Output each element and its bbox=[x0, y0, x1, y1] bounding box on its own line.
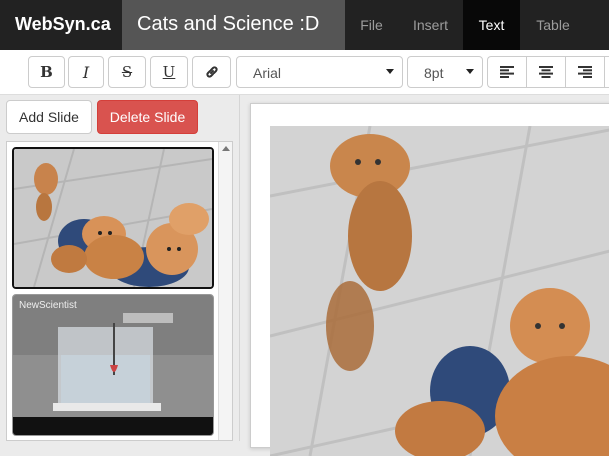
lab-thumbnail-image bbox=[13, 295, 213, 435]
slides-sidebar: Add Slide Delete Slide NewScientist bbox=[0, 95, 240, 441]
menu-file[interactable]: File bbox=[345, 0, 398, 50]
menu-text[interactable]: Text bbox=[463, 0, 520, 50]
align-center-button[interactable] bbox=[527, 57, 566, 87]
slide-editor-area bbox=[241, 95, 609, 456]
menu-insert[interactable]: Insert bbox=[398, 0, 463, 50]
bold-icon: B bbox=[40, 63, 53, 81]
font-family-select[interactable]: Arial bbox=[236, 56, 403, 88]
slide-canvas[interactable] bbox=[250, 103, 609, 456]
slide-thumbnail-list[interactable]: NewScientist bbox=[6, 141, 233, 441]
align-right-icon bbox=[578, 66, 592, 78]
document-title[interactable]: Cats and Science :D bbox=[122, 0, 345, 50]
italic-button[interactable]: I bbox=[68, 56, 104, 88]
thumbnail-scrollbar[interactable] bbox=[218, 142, 232, 440]
align-left-icon bbox=[500, 66, 514, 78]
newscientist-watermark: NewScientist bbox=[19, 300, 77, 311]
slide-image[interactable] bbox=[270, 126, 609, 456]
font-family-value: Arial bbox=[253, 65, 282, 81]
align-center-icon bbox=[539, 66, 553, 78]
slide-thumbnail-1[interactable] bbox=[12, 147, 214, 289]
top-menu-bar: WebSyn.ca Cats and Science :D File Inser… bbox=[0, 0, 609, 50]
alignment-button-group bbox=[487, 56, 609, 88]
align-right-button[interactable] bbox=[566, 57, 605, 87]
align-left-button[interactable] bbox=[488, 57, 527, 87]
chevron-down-icon bbox=[386, 69, 394, 74]
scroll-up-icon[interactable] bbox=[222, 146, 230, 151]
link-button[interactable] bbox=[192, 56, 231, 88]
link-icon bbox=[205, 66, 218, 78]
font-size-select[interactable]: 8pt bbox=[407, 56, 483, 88]
menu-table[interactable]: Table bbox=[520, 0, 586, 50]
bold-button[interactable]: B bbox=[28, 56, 65, 88]
underline-button[interactable]: U bbox=[150, 56, 188, 88]
strikethrough-icon: S bbox=[121, 63, 133, 81]
add-slide-button[interactable]: Add Slide bbox=[6, 100, 92, 134]
strikethrough-button[interactable]: S bbox=[108, 56, 146, 88]
underline-icon: U bbox=[162, 63, 176, 81]
delete-slide-button[interactable]: Delete Slide bbox=[97, 100, 198, 134]
formatting-toolbar: B I S U Arial 8pt bbox=[0, 50, 609, 95]
brand-logo[interactable]: WebSyn.ca bbox=[0, 0, 122, 50]
slide-thumbnail-2[interactable]: NewScientist bbox=[12, 294, 214, 436]
italic-icon: I bbox=[82, 62, 90, 82]
kittens-thumbnail-image bbox=[14, 149, 212, 287]
chevron-down-icon bbox=[466, 69, 474, 74]
kittens-slide-image bbox=[270, 126, 609, 456]
font-size-value: 8pt bbox=[424, 65, 444, 81]
